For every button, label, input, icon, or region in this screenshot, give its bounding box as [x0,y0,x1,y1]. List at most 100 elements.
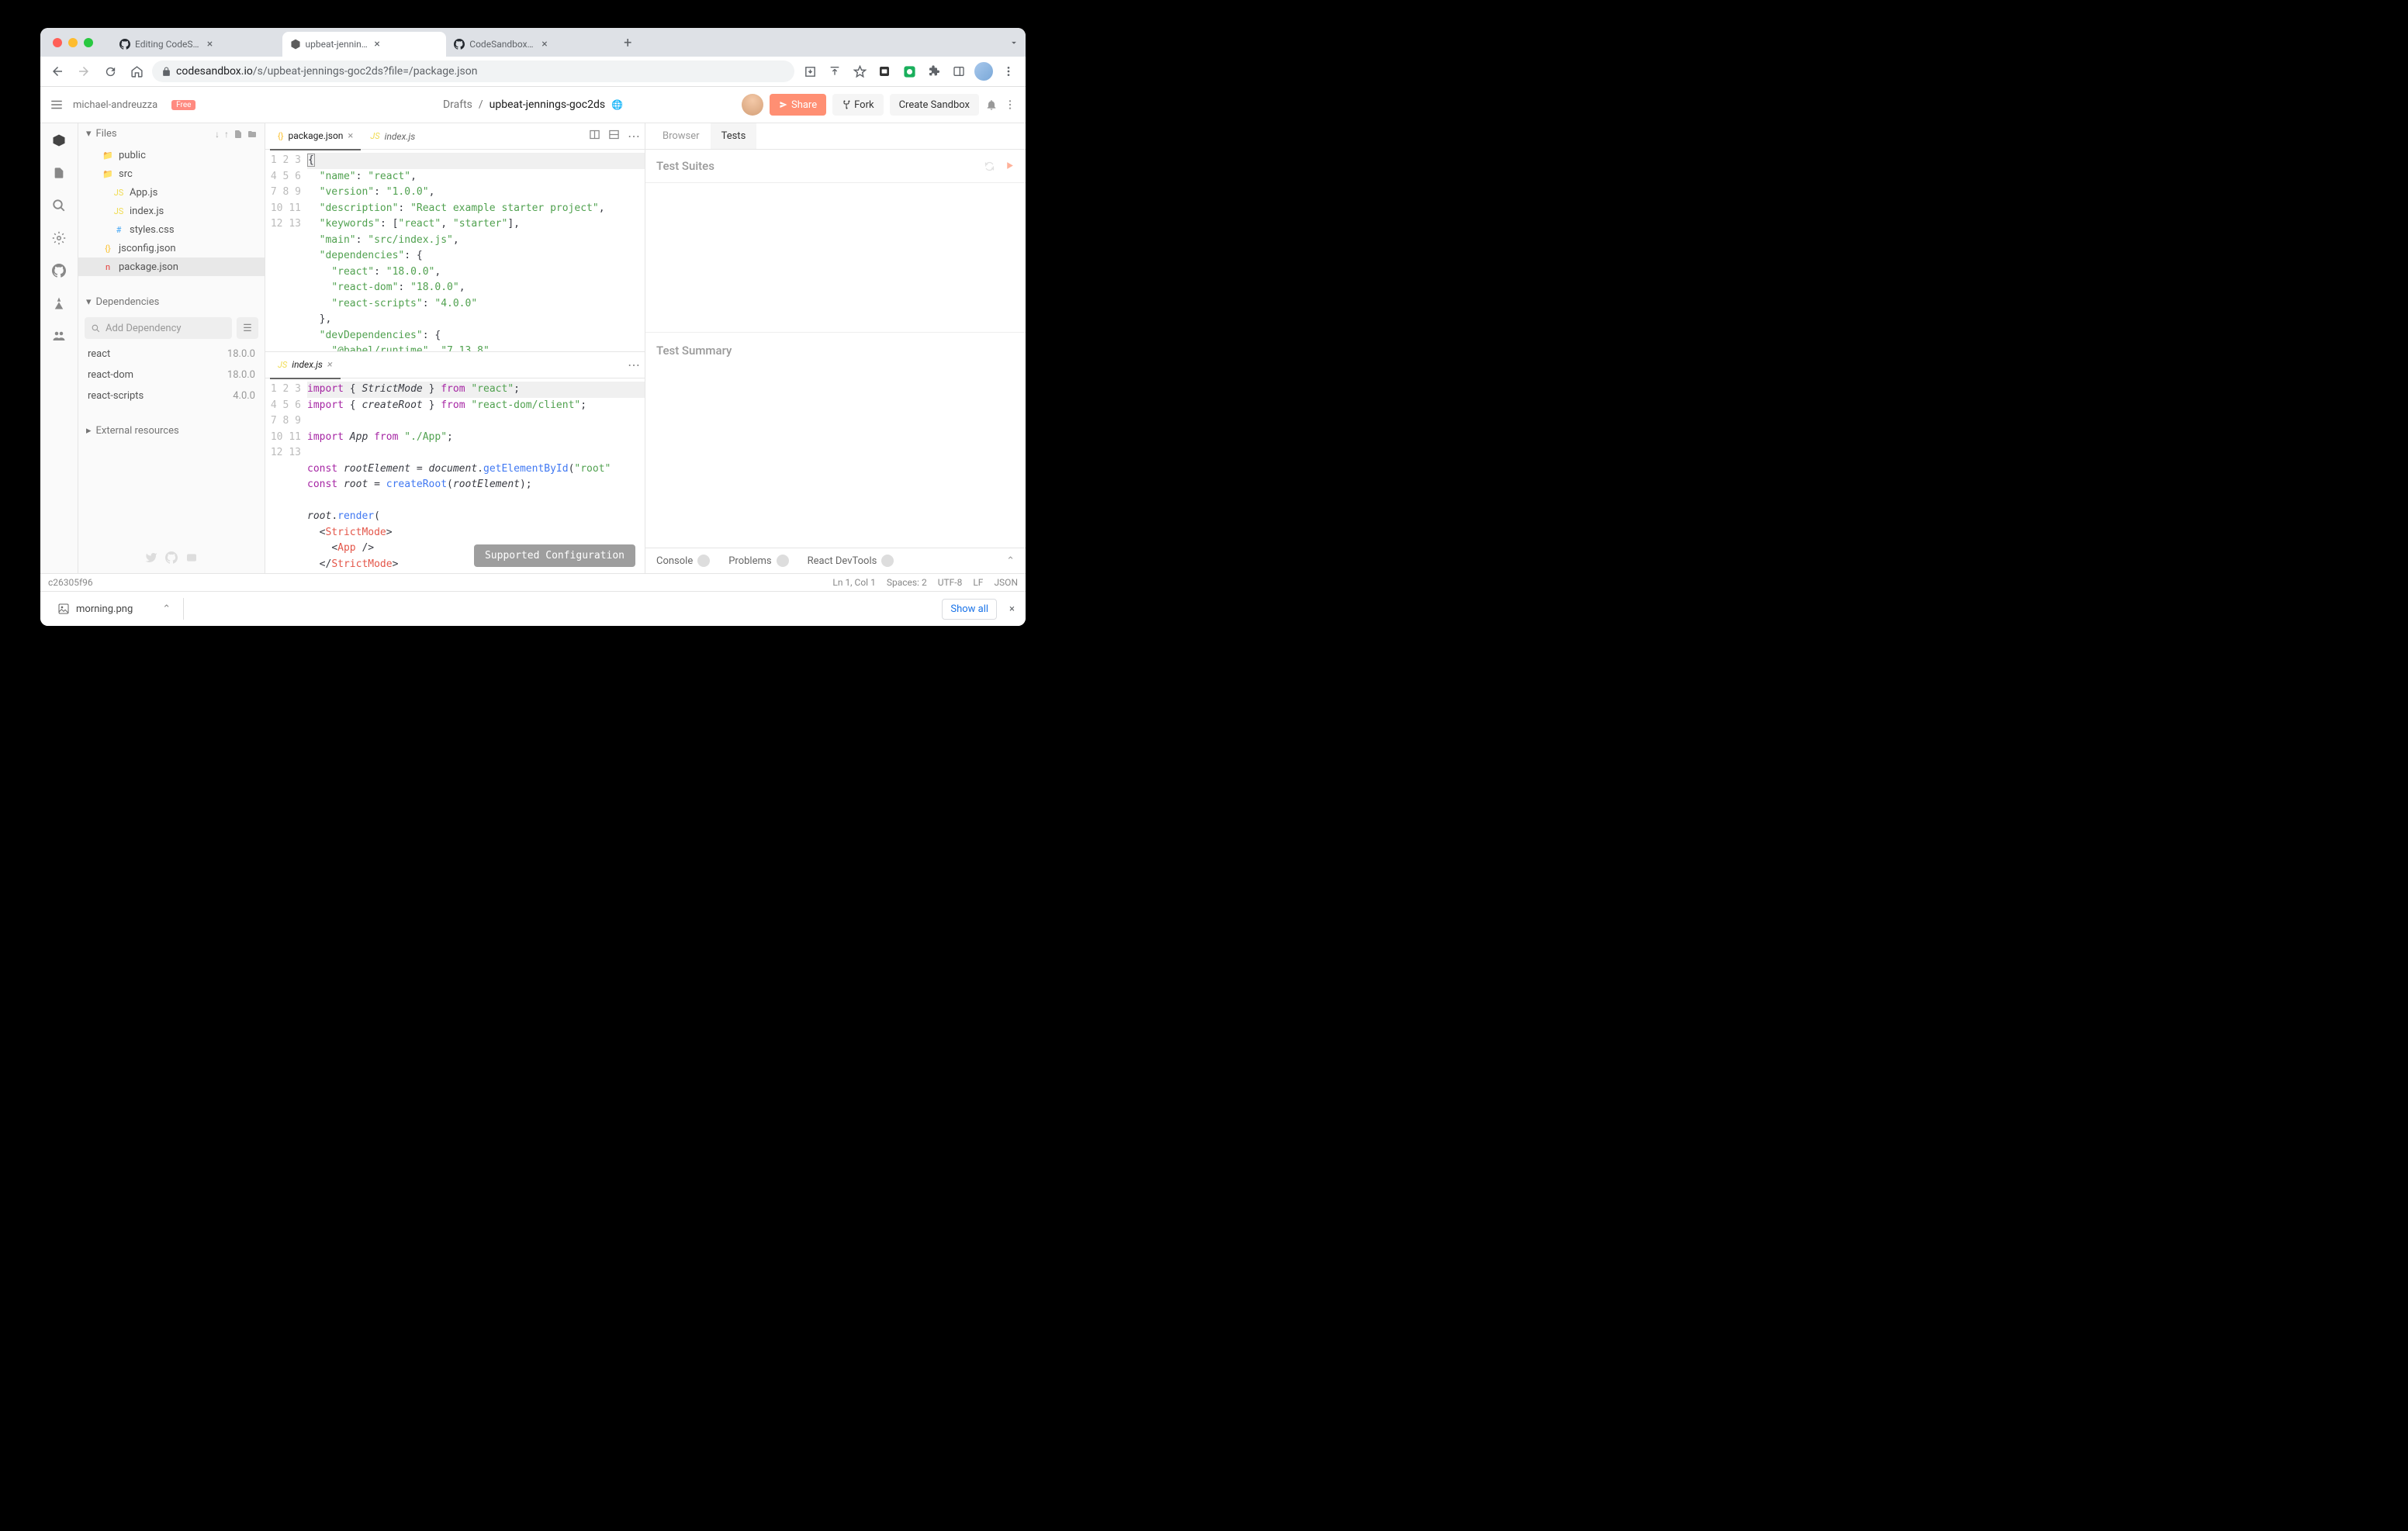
chevron-down-icon: ▾ [86,128,92,140]
file-appjs[interactable]: JSApp.js [78,183,265,202]
deploy-icon[interactable] [51,295,67,311]
browser-menu-icon[interactable] [998,60,1019,82]
refresh-icon[interactable] [984,161,995,172]
chevron-up-icon[interactable]: ⌃ [162,603,171,615]
share-icon[interactable] [824,60,846,82]
eol-status[interactable]: LF [973,577,983,588]
file-package[interactable]: npackage.json [78,257,265,276]
github-icon[interactable] [51,263,67,278]
file-icon[interactable] [51,165,67,181]
user-avatar[interactable] [742,94,763,116]
new-folder-icon[interactable] [247,130,257,139]
back-button[interactable] [47,60,68,82]
split-down-icon[interactable] [608,129,620,143]
download-icon[interactable]: ↓ [215,129,220,140]
close-window[interactable] [53,38,62,47]
file-jsconfig[interactable]: {}jsconfig.json [78,239,265,257]
download-shelf: morning.png ⌃ Show all × [40,591,1026,626]
editor-tab-index2[interactable]: JSindex.js× [270,352,341,379]
more-icon[interactable]: ⋯ [628,358,640,372]
breadcrumb-slug[interactable]: upbeat-jennings-goc2ds [490,98,605,111]
forward-button[interactable] [73,60,95,82]
dep-menu-icon[interactable]: ☰ [237,317,258,339]
dependency-row[interactable]: react-scripts4.0.0 [78,385,265,406]
fork-button[interactable]: Fork [832,94,883,116]
close-icon[interactable]: × [348,130,353,142]
more-icon[interactable]: ⋯ [628,129,640,143]
extension-icon[interactable] [898,60,920,82]
commit-hash[interactable]: c26305f96 [48,577,93,588]
install-app-icon[interactable] [799,60,821,82]
language-status[interactable]: JSON [994,577,1018,588]
activity-bar [40,123,78,573]
menu-icon[interactable] [50,98,64,112]
folder-public[interactable]: 📁public [78,146,265,164]
close-shelf-icon[interactable]: × [1009,603,1015,615]
files-panel-header[interactable]: ▾ Files ↓ ↑ [78,123,265,144]
tab-devtools[interactable]: React DevTools [808,555,894,567]
encoding-status[interactable]: UTF-8 [938,577,963,588]
home-button[interactable] [126,60,147,82]
more-menu-icon[interactable] [1004,98,1016,111]
add-dependency-input[interactable]: Add Dependency [85,317,232,339]
editor-pane-index[interactable]: 1 2 3 4 5 6 7 8 9 10 11 12 13 import { S… [265,378,645,573]
editor-tab-index[interactable]: JSindex.js [362,123,423,149]
tab-list-button[interactable] [1009,37,1019,48]
close-icon[interactable]: × [327,359,333,371]
deps-panel-header[interactable]: ▾ Dependencies [78,292,265,313]
address-bar[interactable]: codesandbox.io/s/upbeat-jennings-goc2ds?… [152,60,794,82]
sidebar: ▾ Files ↓ ↑ 📁public 📁src JSApp.js JSinde… [78,123,265,573]
tab-console[interactable]: Console [656,555,710,567]
twitter-icon[interactable] [145,551,157,564]
indent-status[interactable]: Spaces: 2 [887,577,927,588]
search-icon[interactable] [51,198,67,213]
editor-pane-package[interactable]: 1 2 3 4 5 6 7 8 9 10 11 12 13 { "name": … [265,150,645,351]
cursor-position[interactable]: Ln 1, Col 1 [832,577,875,588]
github-icon[interactable] [165,551,178,564]
folder-src[interactable]: 📁src [78,164,265,183]
discord-icon[interactable] [185,551,198,564]
dependency-row[interactable]: react-dom18.0.0 [78,365,265,385]
browser-tab[interactable]: CodeSandbox/README.md at r × [446,32,617,57]
new-tab-button[interactable]: + [617,32,638,54]
breadcrumb-root[interactable]: Drafts [443,98,472,111]
browser-tab[interactable]: Editing CodeSandobx/README × [112,32,282,57]
minimize-window[interactable] [68,38,78,47]
url-host: codesandbox.io [176,65,253,78]
username[interactable]: michael-andreuzza [73,99,157,111]
maximize-window[interactable] [84,38,93,47]
external-resources-header[interactable]: ▸ External resources [78,420,265,441]
browser-tab[interactable]: upbeat-jennings-goc2ds - Coc × [282,32,447,57]
editor-area: {}package.json× JSindex.js ⋯ 1 2 3 4 5 6… [265,123,645,573]
extensions-menu-icon[interactable] [923,60,945,82]
tab-problems[interactable]: Problems [728,555,788,567]
supported-config-button[interactable]: Supported Configuration [474,544,635,567]
profile-avatar[interactable] [973,60,995,82]
close-tab-icon[interactable]: × [374,38,438,50]
create-sandbox-button[interactable]: Create Sandbox [890,94,979,116]
bookmark-icon[interactable] [849,60,870,82]
split-right-icon[interactable] [589,129,600,143]
close-tab-icon[interactable]: × [541,38,609,50]
extension-icon[interactable] [874,60,895,82]
close-tab-icon[interactable]: × [207,38,275,50]
reload-button[interactable] [99,60,121,82]
sidepanel-icon[interactable] [948,60,970,82]
download-item[interactable]: morning.png ⌃ [51,600,177,618]
bell-icon[interactable] [985,98,998,111]
editor-tab-package[interactable]: {}package.json× [270,123,361,150]
explorer-icon[interactable] [51,133,67,148]
live-icon[interactable] [51,328,67,344]
dependency-row[interactable]: react18.0.0 [78,344,265,365]
file-stylescss[interactable]: #styles.css [78,220,265,239]
chevron-up-icon[interactable]: ⌃ [1006,555,1015,567]
settings-icon[interactable] [51,230,67,246]
tab-browser[interactable]: Browser [652,123,711,149]
new-file-icon[interactable] [234,130,243,139]
file-indexjs[interactable]: JSindex.js [78,202,265,220]
show-all-downloads[interactable]: Show all [942,599,997,620]
upload-icon[interactable]: ↑ [224,129,229,140]
tab-tests[interactable]: Tests [711,123,757,149]
play-icon[interactable] [1005,161,1015,172]
share-button[interactable]: Share [770,94,826,116]
